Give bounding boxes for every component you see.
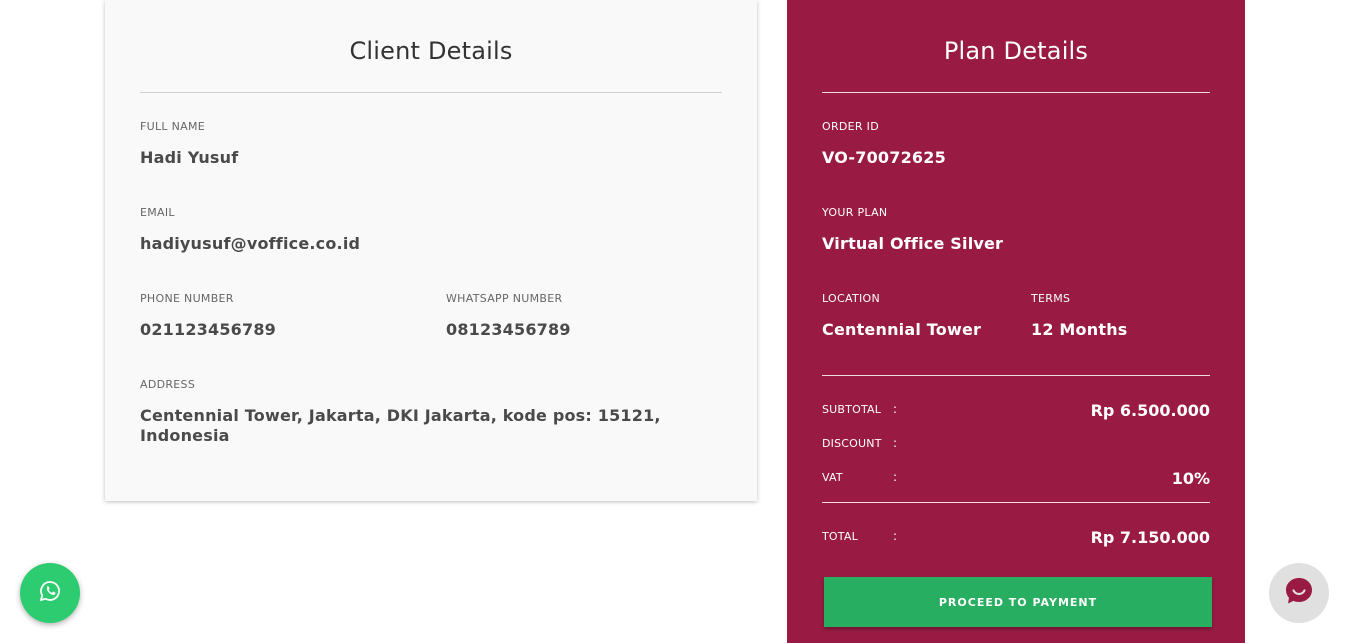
total-value: Rp 7.150.000 bbox=[1090, 528, 1210, 547]
client-details-divider bbox=[140, 92, 722, 93]
subtotal-value: Rp 6.500.000 bbox=[1090, 401, 1210, 420]
client-details-title: Client Details bbox=[349, 37, 513, 65]
your-plan-value: Virtual Office Silver bbox=[822, 234, 1004, 253]
email-value: hadiyusuf@voffice.co.id bbox=[140, 234, 361, 253]
full-name-value: Hadi Yusuf bbox=[140, 148, 239, 167]
your-plan-label: YOUR PLAN bbox=[822, 206, 888, 219]
phone-value: 021123456789 bbox=[140, 320, 276, 339]
terms-label: TERMS bbox=[1031, 292, 1071, 305]
whatsapp-value: 08123456789 bbox=[446, 320, 571, 339]
location-value: Centennial Tower bbox=[822, 320, 982, 339]
phone-label: PHONE NUMBER bbox=[140, 292, 234, 305]
plan-details-title: Plan Details bbox=[943, 37, 1089, 65]
address-label: ADDRESS bbox=[140, 378, 196, 391]
plan-details-divider bbox=[822, 92, 1210, 93]
address-line-2: Indonesia bbox=[140, 426, 230, 445]
client-details-card: Client Details FULL NAME Hadi Yusuf EMAI… bbox=[105, 0, 757, 501]
summary-divider-top bbox=[822, 375, 1210, 376]
plan-details-card: Plan Details ORDER ID VO-70072625 YOUR P… bbox=[787, 0, 1245, 643]
terms-value: 12 Months bbox=[1031, 320, 1128, 339]
proceed-to-payment-button[interactable]: PROCEED TO PAYMENT bbox=[824, 577, 1212, 627]
order-id-label: ORDER ID bbox=[822, 120, 879, 133]
subtotal-label: SUBTOTAL bbox=[822, 403, 882, 416]
whatsapp-icon bbox=[39, 580, 61, 606]
order-id-value: VO-70072625 bbox=[822, 148, 946, 167]
address-line-1: Centennial Tower, Jakarta, DKI Jakarta, … bbox=[140, 406, 661, 425]
full-name-label: FULL NAME bbox=[140, 120, 206, 133]
subtotal-colon: : bbox=[893, 402, 898, 416]
total-colon: : bbox=[893, 529, 898, 543]
discount-label: DISCOUNT bbox=[822, 437, 882, 450]
vat-label: VAT bbox=[822, 471, 843, 484]
whatsapp-fab-button[interactable] bbox=[20, 563, 80, 623]
vat-colon: : bbox=[893, 470, 898, 484]
vat-value: 10% bbox=[1171, 469, 1210, 488]
summary-divider-bottom bbox=[822, 502, 1210, 503]
chat-icon bbox=[1283, 575, 1315, 611]
whatsapp-label: WHATSAPP NUMBER bbox=[446, 292, 563, 305]
discount-colon: : bbox=[893, 436, 898, 450]
location-label: LOCATION bbox=[822, 292, 880, 305]
email-label: EMAIL bbox=[140, 206, 175, 219]
total-label: TOTAL bbox=[822, 530, 858, 543]
chat-fab-button[interactable] bbox=[1269, 563, 1329, 623]
